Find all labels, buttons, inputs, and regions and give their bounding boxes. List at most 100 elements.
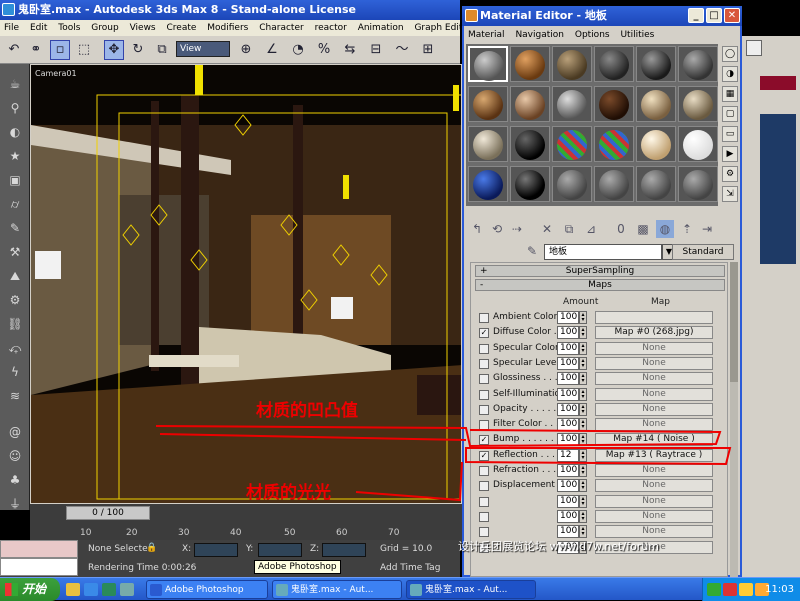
map-slot-button[interactable]: None	[595, 372, 713, 386]
map-enable-checkbox[interactable]	[479, 420, 489, 431]
person-icon[interactable]: ☺	[6, 448, 24, 464]
amount-spinner[interactable]: ▴ ▾	[579, 341, 587, 355]
sample-type-icon[interactable]: ◯	[722, 46, 738, 62]
brush-icon[interactable]: ✎	[6, 220, 24, 236]
map-slot-button[interactable]: None	[595, 356, 713, 370]
material-id-icon[interactable]: 0	[612, 220, 630, 238]
backlight-icon[interactable]: ◑	[722, 66, 738, 82]
map-slot-button[interactable]: None	[595, 341, 713, 355]
select-link-icon[interactable]: ⚭	[26, 40, 46, 60]
map-enable-checkbox[interactable]	[479, 496, 489, 507]
map-amount-field[interactable]: 100	[557, 464, 579, 477]
map-slot-button[interactable]: None	[595, 402, 713, 416]
select-by-material-icon[interactable]: ⇲	[722, 186, 738, 202]
pick-material-icon[interactable]: ✎	[524, 244, 540, 260]
curve-editor-icon[interactable]: 〜	[392, 40, 412, 60]
map-slot-button[interactable]: Map #14 ( Noise )	[595, 433, 713, 447]
menu-create[interactable]: Create	[163, 23, 201, 33]
maximize-button[interactable]: □	[706, 8, 722, 23]
material-name-field[interactable]: 地板	[544, 244, 662, 260]
make-preview-icon[interactable]: ▶	[722, 146, 738, 162]
select-scale-icon[interactable]: ⧉	[152, 40, 172, 60]
color-swatch[interactable]	[760, 76, 796, 90]
task-3dsmax-2[interactable]: 鬼卧室.max - Aut...	[406, 580, 536, 599]
map-amount-field[interactable]: 100	[557, 433, 579, 447]
amount-spinner[interactable]: ▴ ▾	[579, 509, 587, 523]
menu-reactor[interactable]: reactor	[311, 23, 351, 33]
sample-slot[interactable]	[594, 126, 634, 162]
map-slot-button[interactable]: None	[595, 479, 713, 493]
snap-toggle-icon[interactable]: ∠	[262, 40, 282, 60]
sample-slot[interactable]	[678, 46, 718, 82]
menu-navigation[interactable]: Navigation	[511, 30, 568, 40]
menu-modifiers[interactable]: Modifiers	[203, 23, 252, 33]
spiral-icon[interactable]: @	[6, 424, 24, 440]
undo-icon[interactable]: ↶	[4, 40, 24, 60]
time-slider[interactable]: 0 / 100	[66, 506, 150, 520]
map-enable-checkbox[interactable]	[479, 313, 489, 323]
start-button[interactable]: 开始	[0, 578, 60, 601]
map-enable-checkbox[interactable]	[479, 404, 489, 415]
uv-tiling-icon[interactable]: ▢	[722, 106, 738, 122]
amount-spinner[interactable]: ▴ ▾	[579, 311, 587, 324]
reset-map-icon[interactable]: ✕	[538, 220, 556, 238]
supersampling-rollout[interactable]: + SuperSampling	[475, 265, 725, 277]
assign-material-icon[interactable]: ⇢	[508, 220, 526, 238]
tree-icon[interactable]: ♣	[6, 472, 24, 488]
media-icon[interactable]	[120, 583, 134, 596]
menu-animation[interactable]: Animation	[354, 23, 408, 33]
folder-icon[interactable]	[66, 583, 80, 596]
sample-slot[interactable]	[510, 86, 550, 122]
map-enable-checkbox[interactable]: ✓	[479, 435, 489, 446]
sample-slot[interactable]	[552, 166, 592, 202]
sample-slot[interactable]	[510, 126, 550, 162]
map-slot-button[interactable]: None	[595, 418, 713, 432]
map-enable-checkbox[interactable]	[479, 358, 489, 369]
map-enable-checkbox[interactable]	[479, 527, 489, 538]
motion-icon[interactable]: ◐	[6, 124, 24, 140]
amount-spinner[interactable]: ▴ ▾	[579, 356, 587, 370]
map-slot-button[interactable]: None	[595, 494, 713, 508]
material-panel-scrollbar[interactable]	[730, 262, 738, 577]
reference-coordinate-select[interactable]: View	[176, 41, 230, 57]
map-slot-button[interactable]: Map #0 (268.jpg)	[595, 326, 713, 340]
sample-slot[interactable]	[678, 166, 718, 202]
task-photoshop[interactable]: Adobe Photoshop	[146, 580, 268, 599]
options-icon[interactable]: ⚙	[722, 166, 738, 182]
percent-snap-icon[interactable]: %	[314, 40, 334, 60]
x-coordinate-field[interactable]	[194, 543, 238, 557]
sample-slot[interactable]	[552, 126, 592, 162]
material-type-button[interactable]: Standard	[672, 244, 734, 260]
tray-network-icon[interactable]	[739, 583, 753, 596]
maxscript-input[interactable]	[0, 558, 78, 576]
show-end-result-icon[interactable]: ◍	[656, 220, 674, 238]
amount-spinner[interactable]: ▴ ▾	[579, 494, 587, 508]
sample-slot[interactable]	[636, 86, 676, 122]
amount-spinner[interactable]: ▴ ▾	[579, 448, 587, 462]
amount-spinner[interactable]: ▴ ▾	[579, 387, 587, 401]
sample-slot[interactable]	[636, 46, 676, 82]
amount-spinner[interactable]: ▴ ▾	[579, 326, 587, 340]
wave-icon[interactable]: ≋	[6, 388, 24, 404]
maps-rollout[interactable]: - Maps	[475, 279, 725, 291]
amount-spinner[interactable]: ▴ ▾	[579, 479, 587, 493]
map-amount-field[interactable]: 100	[557, 372, 579, 386]
map-slot-button[interactable]: None	[595, 525, 713, 539]
menu-group[interactable]: Group	[87, 23, 122, 33]
sample-slot[interactable]	[510, 46, 550, 82]
map-enable-checkbox[interactable]	[479, 511, 489, 522]
map-amount-field[interactable]: 100	[557, 509, 579, 523]
map-amount-field[interactable]: 100	[557, 311, 579, 324]
put-to-scene-icon[interactable]: ⟲	[488, 220, 506, 238]
make-copy-icon[interactable]: ⧉	[560, 220, 578, 238]
sample-slot[interactable]	[594, 166, 634, 202]
map-amount-field[interactable]: 100	[557, 479, 579, 493]
create-tab-icon[interactable]	[746, 40, 762, 56]
sample-slot[interactable]	[510, 166, 550, 202]
menu-utilities[interactable]: Utilities	[616, 30, 658, 40]
menu-character[interactable]: Character	[255, 23, 307, 33]
select-rotate-icon[interactable]: ↻	[128, 40, 148, 60]
map-slot-button[interactable]: None	[595, 509, 713, 523]
object-list[interactable]	[760, 114, 796, 264]
hierarchy-icon[interactable]: ⚲	[6, 100, 24, 116]
